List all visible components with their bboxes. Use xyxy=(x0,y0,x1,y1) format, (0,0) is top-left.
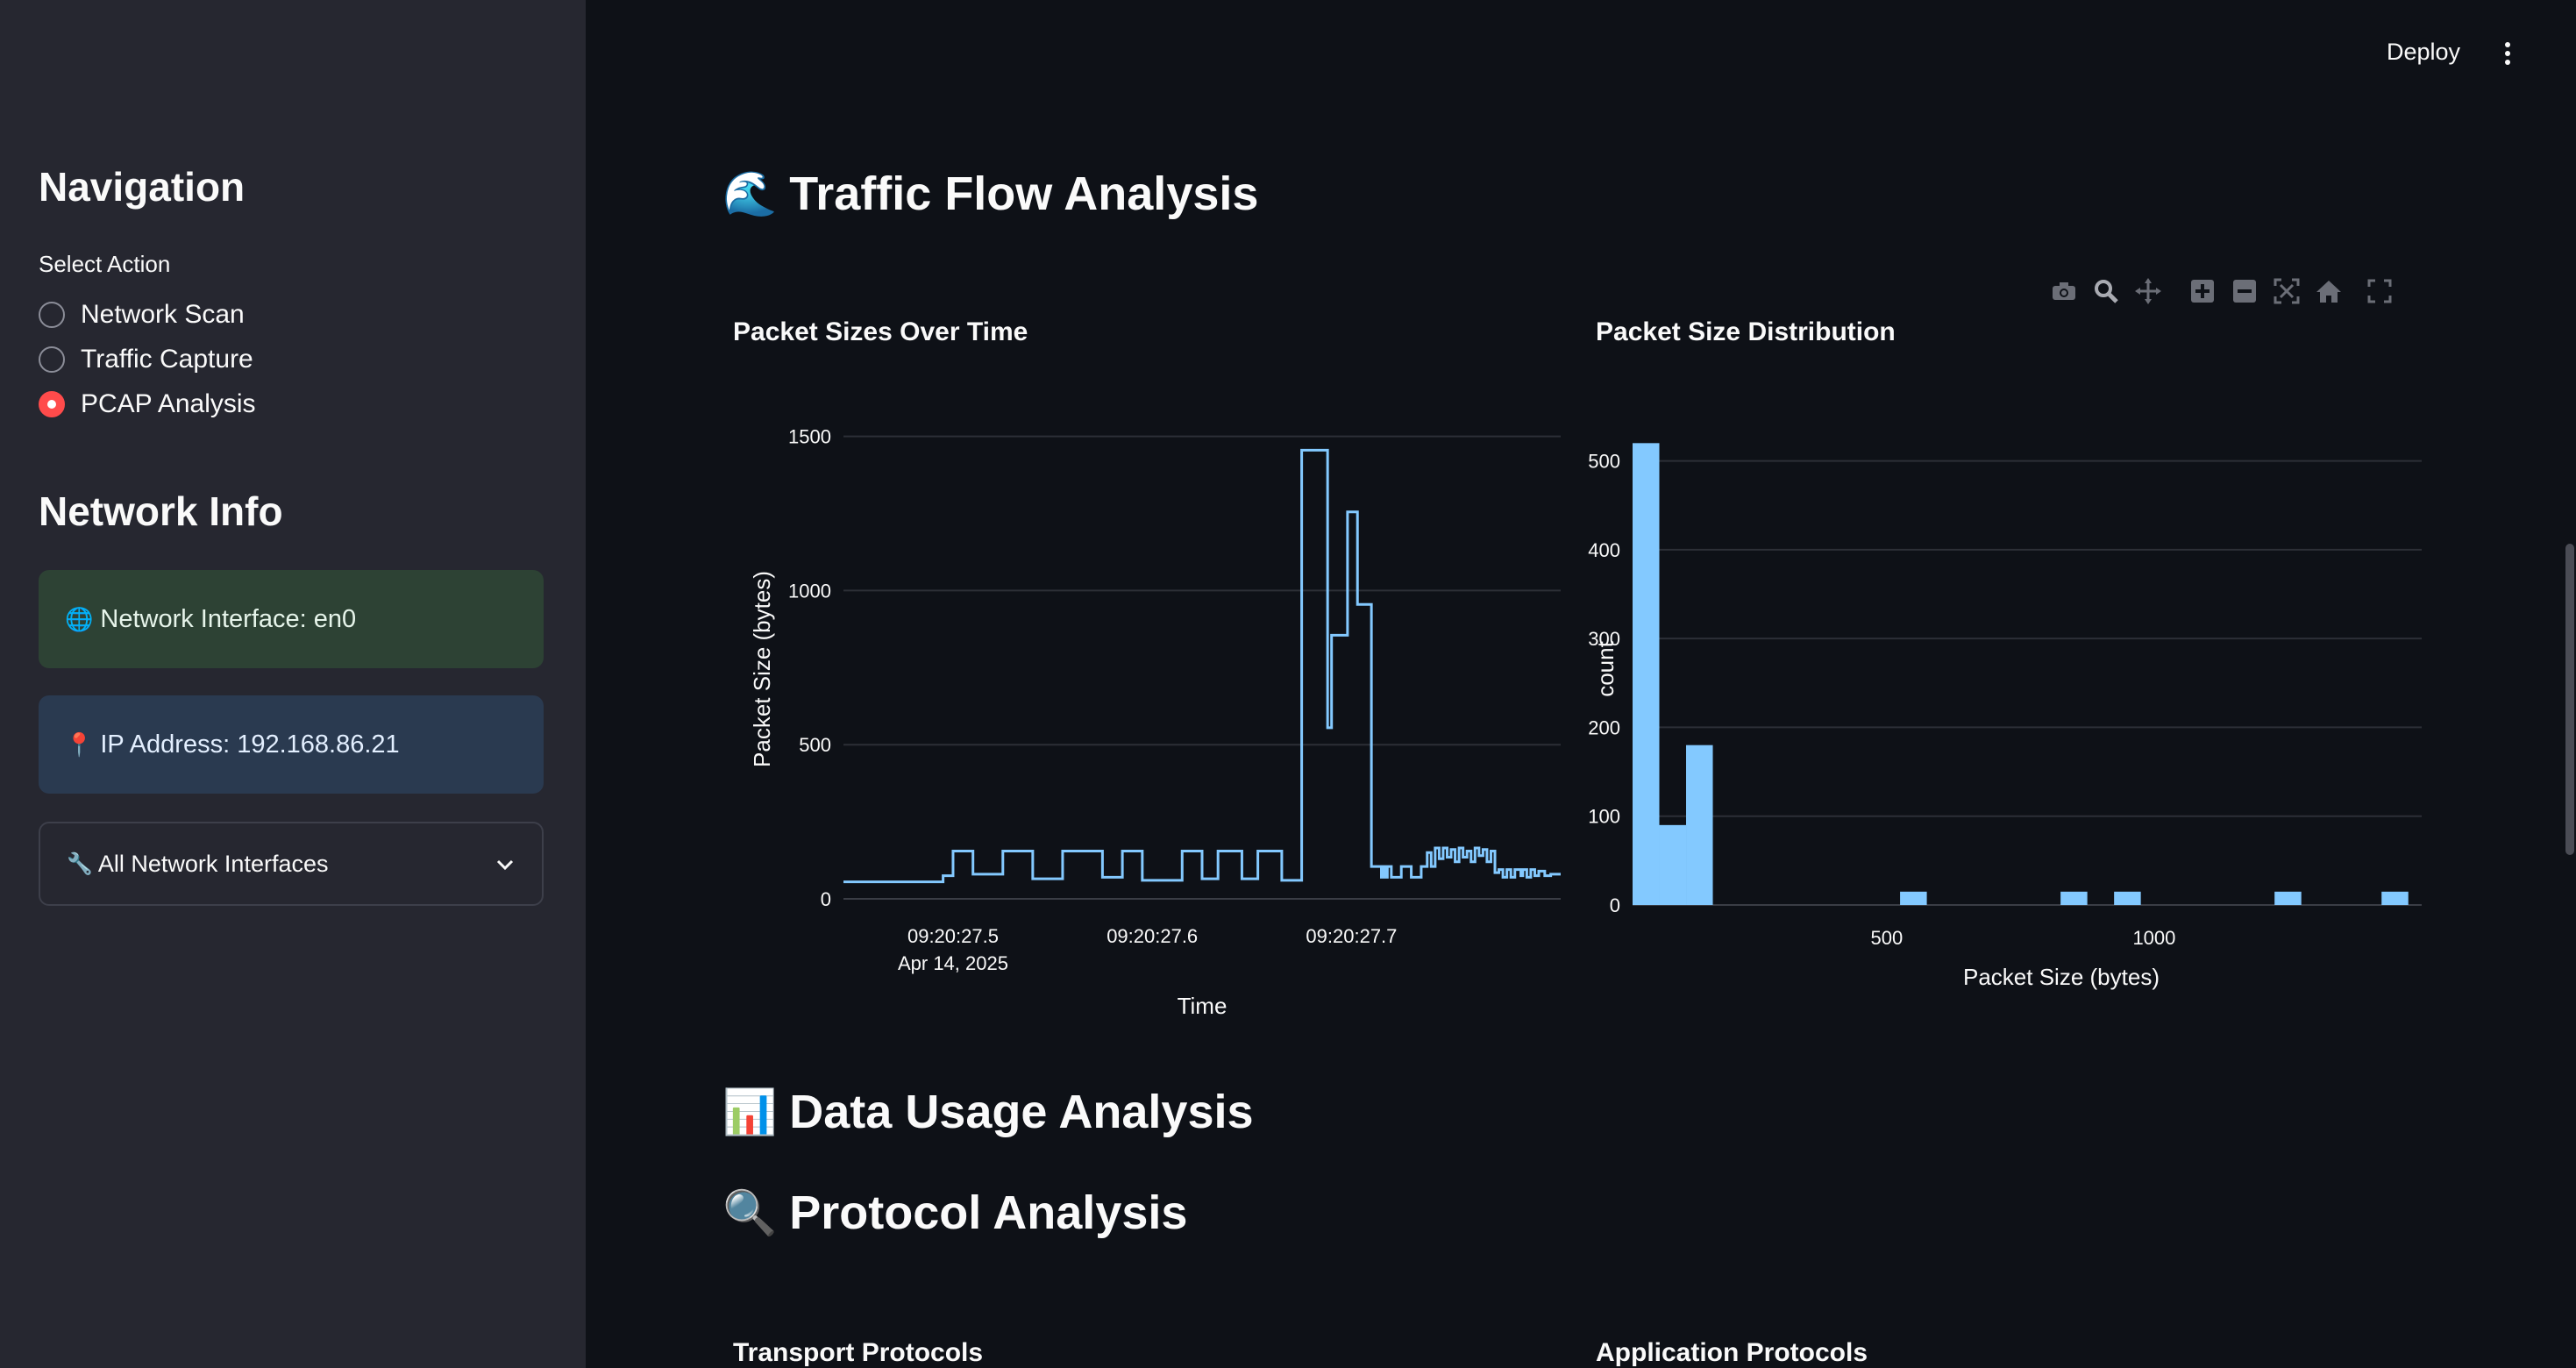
x-tick-label: 500 xyxy=(1870,927,1903,949)
y-tick-label: 400 xyxy=(1588,539,1620,561)
y-tick-label: 500 xyxy=(1588,451,1620,473)
histogram-bar xyxy=(2381,891,2409,905)
fullscreen-icon[interactable] xyxy=(2359,274,2401,309)
histogram-bar xyxy=(1900,891,1927,905)
expander-label: All Network Interfaces xyxy=(97,850,329,877)
zoom-icon[interactable] xyxy=(2085,274,2127,309)
network-interface-box: 🌐 Network Interface: en0 xyxy=(39,570,544,668)
x-axis-label: Packet Size (bytes) xyxy=(1963,964,2160,990)
data-usage-heading: 📊 Data Usage Analysis xyxy=(722,1085,1254,1139)
y-axis-label: count xyxy=(1592,640,1619,696)
chart-modebar xyxy=(2043,274,2401,309)
x-tick-label: 09:20:27.7 xyxy=(1306,925,1397,947)
packet-size-distribution-chart[interactable]: 0100200300400500 500 1000 Packet Size (by… xyxy=(1578,368,2455,1087)
magnifier-icon: 🔍 xyxy=(722,1187,778,1237)
select-action-label: Select Action xyxy=(39,251,171,277)
y-axis-label: Packet Size (bytes) xyxy=(749,571,775,767)
histogram-bar xyxy=(2274,891,2302,905)
chevron-down-icon xyxy=(495,851,516,878)
y-tick-label: 500 xyxy=(799,734,831,756)
y-tick-label: 1000 xyxy=(788,580,831,602)
histogram-bar xyxy=(1686,745,1713,905)
wave-icon: 🌊 xyxy=(722,168,778,218)
scrollbar-thumb[interactable] xyxy=(2565,544,2574,855)
y-tick-label: 0 xyxy=(821,888,831,910)
heading-text: Protocol Analysis xyxy=(789,1186,1188,1239)
radio-button-icon xyxy=(39,302,65,328)
application-protocols-title: Application Protocols xyxy=(1596,1338,1868,1367)
camera-icon[interactable] xyxy=(2043,274,2085,309)
radio-label: Traffic Capture xyxy=(81,345,253,374)
deploy-button[interactable]: Deploy xyxy=(2387,39,2460,66)
chart2-title: Packet Size Distribution xyxy=(1596,317,1896,346)
zoom-out-icon[interactable] xyxy=(2224,274,2266,309)
autoscale-icon[interactable] xyxy=(2266,274,2308,309)
x-tick-sublabel: Apr 14, 2025 xyxy=(898,952,1008,974)
zoom-in-icon[interactable] xyxy=(2181,274,2224,309)
navigation-title: Navigation xyxy=(39,164,246,210)
heading-text: Data Usage Analysis xyxy=(789,1086,1254,1138)
ip-address-text: IP Address: 192.168.86.21 xyxy=(100,730,400,759)
histogram-bar xyxy=(2114,891,2141,905)
pin-icon: 📍 xyxy=(65,730,94,758)
x-tick-label: 1000 xyxy=(2132,927,2175,949)
radio-traffic-capture[interactable]: Traffic Capture xyxy=(39,345,253,374)
y-tick-label: 100 xyxy=(1588,806,1620,828)
chart1-title: Packet Sizes Over Time xyxy=(733,317,1028,346)
packet-sizes-line-chart[interactable]: 0 500 1000 1500 09:20:27.5 Apr 14, 2025 09:20… xyxy=(719,368,1596,1087)
main-menu-icon[interactable] xyxy=(2499,39,2516,74)
y-tick-label: 0 xyxy=(1610,894,1620,916)
y-tick-label: 1500 xyxy=(788,426,831,448)
all-interfaces-expander[interactable]: 🔧 All Network Interfaces xyxy=(39,822,544,906)
network-interface-text: Network Interface: en0 xyxy=(100,604,357,633)
radio-button-icon xyxy=(39,346,65,373)
sidebar: Navigation Select Action Network Scan Tr… xyxy=(0,0,586,1368)
x-tick-label: 09:20:27.5 xyxy=(907,925,999,947)
x-axis-label: Time xyxy=(1178,993,1228,1019)
radio-label: Network Scan xyxy=(81,300,245,329)
heading-text: Traffic Flow Analysis xyxy=(789,167,1259,220)
radio-label: PCAP Analysis xyxy=(81,389,256,418)
ip-address-box: 📍 IP Address: 192.168.86.21 xyxy=(39,695,544,794)
bar-chart-icon: 📊 xyxy=(722,1087,778,1136)
histogram-bar xyxy=(2060,891,2088,905)
reset-axes-icon[interactable] xyxy=(2308,274,2350,309)
histogram-bar xyxy=(1659,824,1687,905)
protocol-analysis-heading: 🔍 Protocol Analysis xyxy=(722,1186,1187,1240)
network-info-title: Network Info xyxy=(39,488,283,534)
radio-button-selected-icon xyxy=(39,391,65,417)
pan-icon[interactable] xyxy=(2127,274,2169,309)
wrench-icon: 🔧 xyxy=(67,851,93,876)
traffic-flow-heading: 🌊 Traffic Flow Analysis xyxy=(722,167,1258,221)
radio-pcap-analysis[interactable]: PCAP Analysis xyxy=(39,389,256,419)
histogram-bar xyxy=(1633,443,1660,905)
transport-protocols-title: Transport Protocols xyxy=(733,1338,984,1367)
series-line xyxy=(843,448,1561,884)
radio-network-scan[interactable]: Network Scan xyxy=(39,300,245,330)
x-tick-label: 09:20:27.6 xyxy=(1107,925,1198,947)
y-tick-label: 200 xyxy=(1588,716,1620,738)
globe-icon: 🌐 xyxy=(65,605,94,632)
